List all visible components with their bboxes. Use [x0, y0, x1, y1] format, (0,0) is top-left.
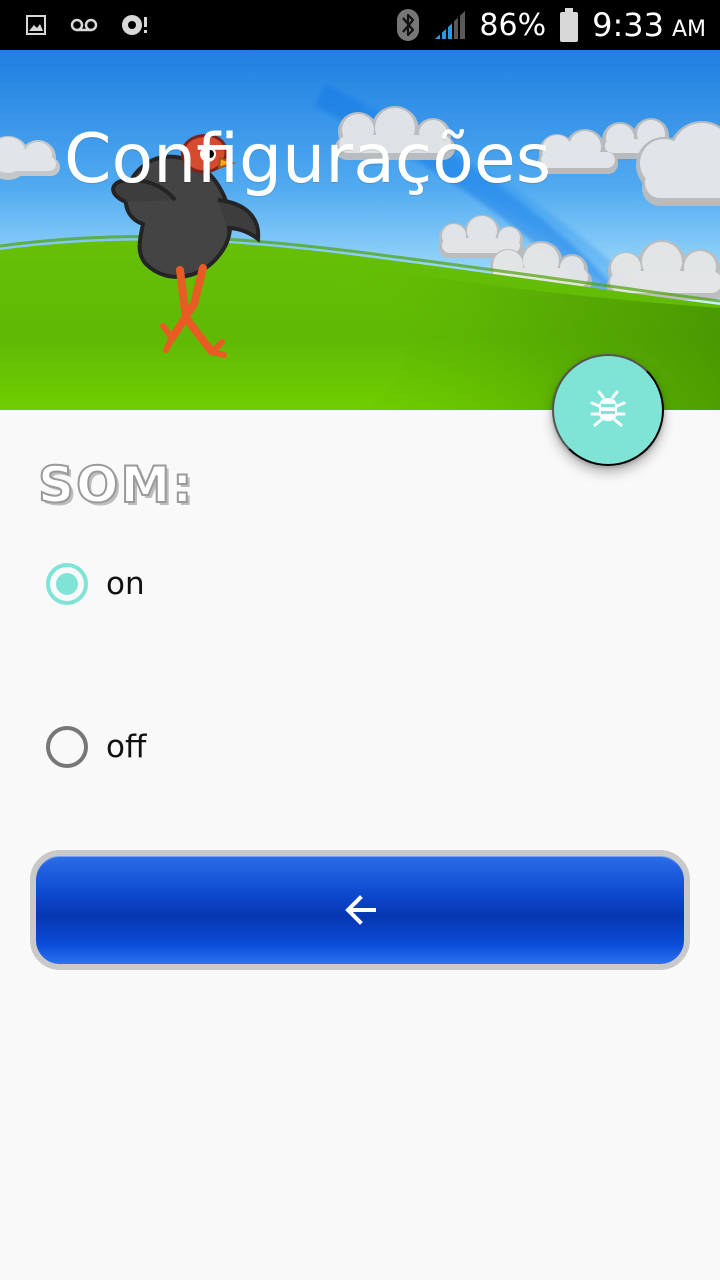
clock-am-pm: AM: [671, 17, 706, 42]
sound-option-off-label: off: [106, 728, 147, 765]
radio-button-off[interactable]: [46, 726, 88, 768]
status-system-indicators: 86% 9:33 AM: [395, 6, 706, 44]
sound-option-on[interactable]: on: [46, 563, 145, 605]
voicemail-icon: [70, 16, 98, 34]
status-notification-icons: [24, 12, 148, 38]
clock-time: 9:33: [592, 6, 664, 44]
bug-icon: [590, 390, 626, 427]
sync-alert-icon: [120, 12, 148, 38]
sound-option-on-label: on: [106, 565, 145, 602]
page-title: Configurações: [64, 120, 552, 199]
battery-icon: [558, 7, 580, 43]
signal-icon: [433, 9, 467, 41]
sound-section-title: SOM:: [37, 455, 195, 515]
battery-percentage: 86%: [479, 7, 547, 43]
radio-button-on[interactable]: [46, 563, 88, 605]
sound-option-off[interactable]: off: [46, 726, 146, 768]
arrow-back-icon: [345, 895, 376, 925]
radio-selected-dot: [56, 573, 78, 595]
back-button[interactable]: [30, 850, 690, 970]
bluetooth-icon: [395, 8, 421, 42]
status-bar: 86% 9:33 AM: [0, 0, 720, 50]
clock: 9:33 AM: [592, 6, 706, 44]
image-notification-icon: [24, 13, 48, 37]
settings-content: SOM: on off: [0, 410, 720, 1280]
debug-fab-button[interactable]: [552, 354, 664, 466]
